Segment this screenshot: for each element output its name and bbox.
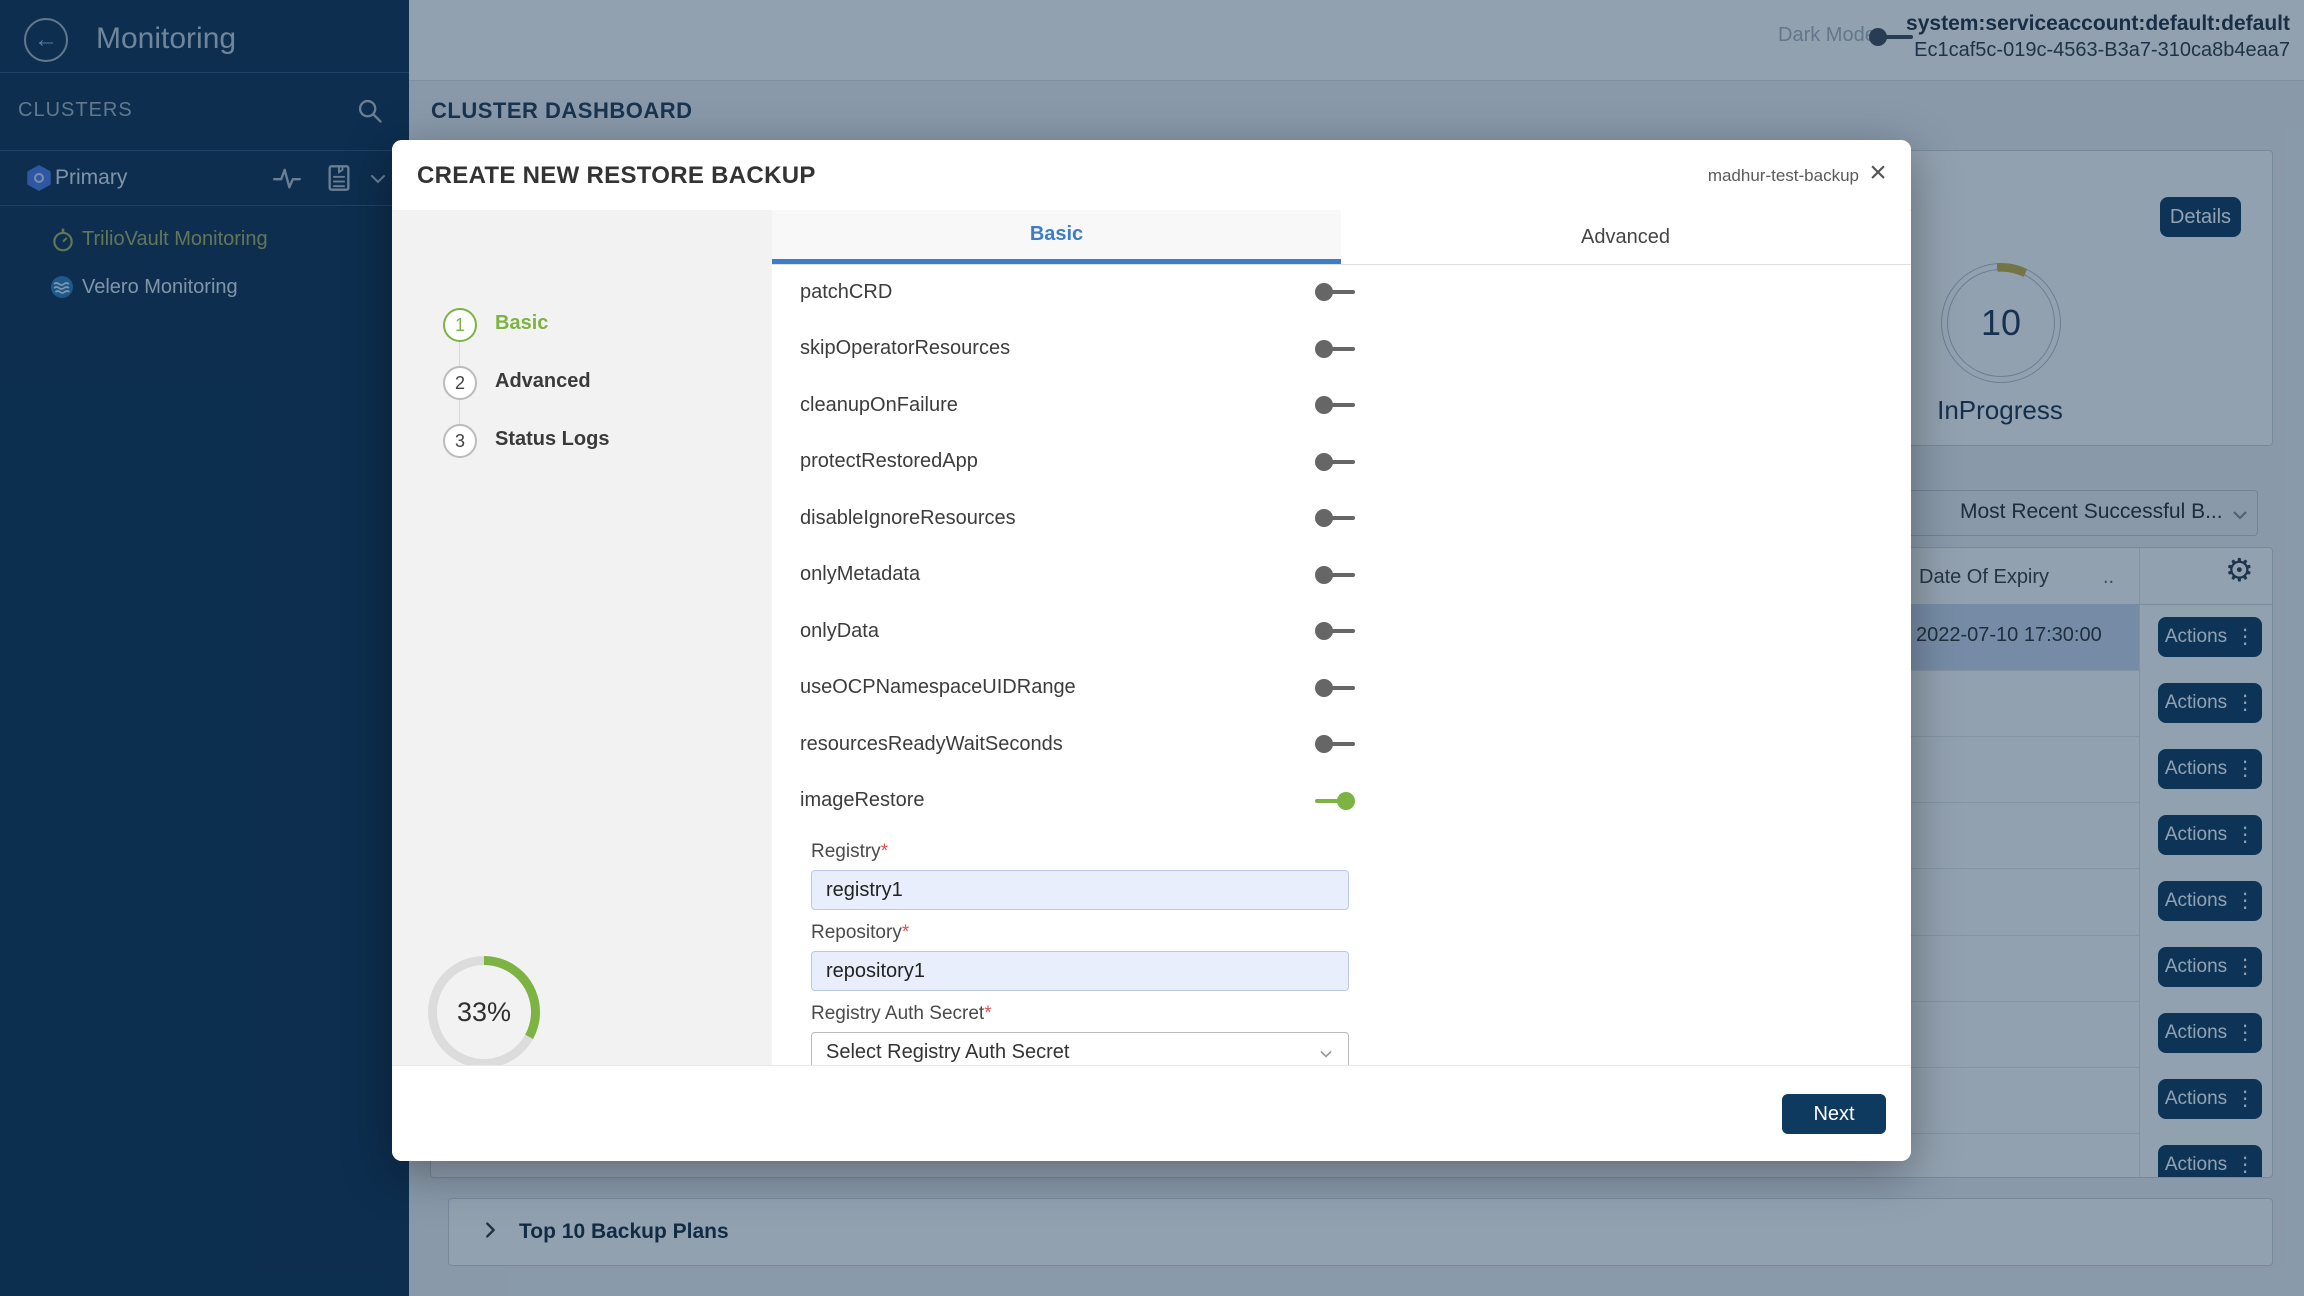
step-3-label: Status Logs xyxy=(495,428,609,451)
required-asterisk: * xyxy=(881,841,888,862)
toggle-row-disableignoreresources: disableIgnoreResources xyxy=(800,490,1355,547)
toggle-row-protectrestoredapp: protectRestoredApp xyxy=(800,434,1355,491)
image-restore-fields: Registry* Repository* Registry Auth Secr… xyxy=(811,829,1349,1072)
toggle-row-imagerestore: imageRestore xyxy=(800,773,1355,830)
toggle-row-onlydata: onlyData xyxy=(800,603,1355,660)
toggle-options-list: patchCRD skipOperatorResources cleanupOn… xyxy=(800,264,1355,829)
modal-steps-panel: 1 Basic 2 Advanced 3 Status Logs 33% Pro… xyxy=(392,210,772,1065)
backup-name: madhur-test-backup xyxy=(1708,166,1859,186)
patchcrd-toggle[interactable] xyxy=(1315,283,1355,301)
registry-label: Registry* xyxy=(811,841,1349,863)
modal-tab-bar: Basic Advanced xyxy=(772,210,1911,265)
step-1-label: Basic xyxy=(495,312,548,335)
resourcesreadywaitseconds-toggle[interactable] xyxy=(1315,735,1355,753)
modal-footer: Next xyxy=(392,1065,1911,1161)
tab-basic[interactable]: Basic xyxy=(772,210,1341,264)
toggle-row-useocpnamespaceuidrange: useOCPNamespaceUIDRange xyxy=(800,660,1355,717)
onlymetadata-toggle[interactable] xyxy=(1315,566,1355,584)
repository-input[interactable] xyxy=(811,951,1349,991)
useocpnamespaceuidrange-toggle[interactable] xyxy=(1315,679,1355,697)
app-window: ← Monitoring CLUSTERS Primary xyxy=(0,0,2304,1296)
modal-header: CREATE NEW RESTORE BACKUP madhur-test-ba… xyxy=(392,140,1911,211)
progress-ring: 33% xyxy=(428,956,540,1068)
modal-title: CREATE NEW RESTORE BACKUP xyxy=(417,162,816,190)
imagerestore-toggle[interactable] xyxy=(1315,792,1355,810)
create-restore-backup-modal: CREATE NEW RESTORE BACKUP madhur-test-ba… xyxy=(392,140,1911,1161)
step-2-advanced[interactable]: 2 xyxy=(443,366,477,400)
tab-advanced[interactable]: Advanced xyxy=(1341,210,1910,264)
registry-input[interactable] xyxy=(811,870,1349,910)
registry-auth-secret-label: Registry Auth Secret* xyxy=(811,1003,1349,1025)
step-3-status-logs[interactable]: 3 xyxy=(443,424,477,458)
toggle-row-cleanuponfailure: cleanupOnFailure xyxy=(800,377,1355,434)
step-2-label: Advanced xyxy=(495,370,591,393)
toggle-row-onlymetadata: onlyMetadata xyxy=(800,547,1355,604)
disableignoreresources-toggle[interactable] xyxy=(1315,509,1355,527)
skipoperatorresources-toggle[interactable] xyxy=(1315,340,1355,358)
toggle-row-skipoperatorresources: skipOperatorResources xyxy=(800,321,1355,378)
step-1-basic[interactable]: 1 xyxy=(443,308,477,342)
protectrestoredapp-toggle[interactable] xyxy=(1315,453,1355,471)
cleanuponfailure-toggle[interactable] xyxy=(1315,396,1355,414)
toggle-row-patchcrd: patchCRD xyxy=(800,264,1355,321)
required-asterisk: * xyxy=(902,922,909,943)
required-asterisk: * xyxy=(984,1003,991,1024)
next-button[interactable]: Next xyxy=(1782,1094,1886,1134)
progress-percent: 33% xyxy=(428,956,540,1068)
repository-label: Repository* xyxy=(811,922,1349,944)
close-icon[interactable]: × xyxy=(1861,156,1895,190)
onlydata-toggle[interactable] xyxy=(1315,622,1355,640)
toggle-row-resourcesreadywaitseconds: resourcesReadyWaitSeconds xyxy=(800,716,1355,773)
